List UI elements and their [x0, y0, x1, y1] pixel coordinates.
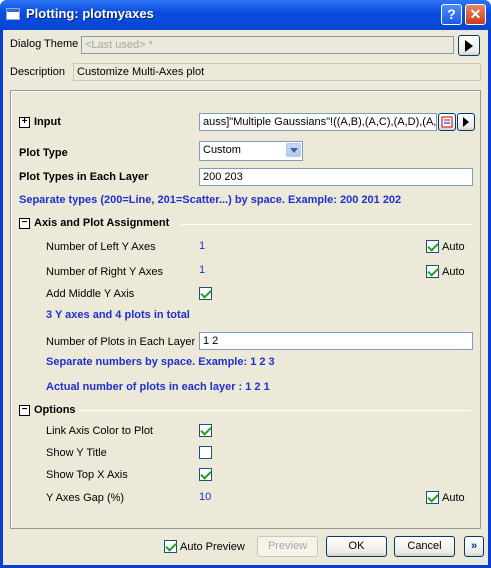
dialog-client: Dialog Theme <Last used> * Description C…	[3, 30, 488, 565]
axis-collapse-icon[interactable]: −	[19, 218, 30, 229]
options-collapse-icon[interactable]: −	[19, 405, 30, 416]
play-arrow-icon	[465, 40, 473, 52]
more-options-button[interactable]: »	[464, 536, 484, 557]
plot-type-value: Custom	[203, 144, 241, 156]
left-y-auto-label: Auto	[442, 241, 465, 253]
options-section-divider	[81, 410, 473, 411]
description-label: Description	[10, 66, 66, 78]
help-button[interactable]: ?	[441, 4, 462, 25]
window-icon	[6, 8, 20, 20]
gap-value[interactable]: 10	[199, 491, 211, 503]
dialog-theme-combo[interactable]: <Last used> *	[81, 36, 454, 54]
options-section-title: Options	[34, 404, 76, 416]
ok-button[interactable]: OK	[326, 536, 387, 557]
link-color-checkbox[interactable]	[199, 424, 212, 437]
settings-panel: + Input auss]"Multiple Gaussians"!((A,B)…	[10, 90, 481, 529]
theme-menu-button[interactable]	[458, 35, 480, 56]
show-top-x-label: Show Top X Axis	[46, 469, 128, 481]
right-y-auto-label: Auto	[442, 266, 465, 278]
axes-summary: 3 Y axes and 4 plots in total	[46, 309, 190, 321]
input-expand-icon[interactable]: +	[19, 117, 30, 128]
auto-preview-checkbox[interactable]	[164, 540, 177, 553]
right-y-auto-checkbox[interactable]	[426, 265, 439, 278]
window-title: Plotting: plotmyaxes	[26, 6, 154, 21]
dialog-window: Plotting: plotmyaxes ? ✕ Dialog Theme <L…	[0, 0, 491, 568]
show-y-title-checkbox[interactable]	[199, 446, 212, 459]
axis-section-divider	[181, 224, 473, 225]
input-label: Input	[34, 116, 61, 128]
link-color-label: Link Axis Color to Plot	[46, 425, 153, 437]
title-bar[interactable]: Plotting: plotmyaxes ? ✕	[0, 0, 491, 30]
close-button[interactable]: ✕	[465, 4, 486, 25]
plot-type-label: Plot Type	[19, 147, 68, 159]
input-menu-button[interactable]	[457, 113, 475, 131]
left-y-auto-checkbox[interactable]	[426, 240, 439, 253]
middle-y-label: Add Middle Y Axis	[46, 288, 135, 300]
range-select-icon	[441, 116, 453, 128]
axis-section-title: Axis and Plot Assignment	[34, 217, 170, 229]
plot-type-select[interactable]: Custom	[199, 141, 303, 161]
gap-auto-checkbox[interactable]	[426, 491, 439, 504]
plots-layer-label: Number of Plots in Each Layer	[46, 336, 196, 348]
chevron-down-icon	[286, 143, 301, 157]
preview-button[interactable]: Preview	[257, 536, 318, 557]
select-range-button[interactable]	[438, 113, 456, 131]
middle-y-checkbox[interactable]	[199, 287, 212, 300]
show-y-title-label: Show Y Title	[46, 447, 107, 459]
dialog-theme-label: Dialog Theme	[10, 38, 79, 50]
input-field[interactable]: auss]"Multiple Gaussians"!((A,B),(A,C),(…	[199, 113, 437, 131]
play-arrow-icon	[463, 117, 469, 127]
right-y-label: Number of Right Y Axes	[46, 266, 163, 278]
right-y-value[interactable]: 1	[199, 264, 205, 276]
show-top-x-checkbox[interactable]	[199, 468, 212, 481]
plot-types-layer-label: Plot Types in Each Layer	[19, 171, 149, 183]
plot-types-layer-input[interactable]: 200 203	[199, 168, 473, 186]
gap-label: Y Axes Gap (%)	[46, 492, 125, 504]
plots-hint: Separate numbers by space. Example: 1 2 …	[46, 356, 275, 368]
auto-preview-label: Auto Preview	[180, 541, 245, 553]
plot-types-hint: Separate types (200=Line, 201=Scatter...…	[19, 194, 402, 206]
gap-auto-label: Auto	[442, 492, 465, 504]
cancel-button[interactable]: Cancel	[394, 536, 455, 557]
left-y-value[interactable]: 1	[199, 240, 205, 252]
actual-plots-text: Actual number of plots in each layer : 1…	[46, 381, 270, 393]
left-y-label: Number of Left Y Axes	[46, 241, 156, 253]
description-field: Customize Multi-Axes plot	[73, 63, 481, 81]
plots-layer-input[interactable]: 1 2	[199, 332, 473, 350]
